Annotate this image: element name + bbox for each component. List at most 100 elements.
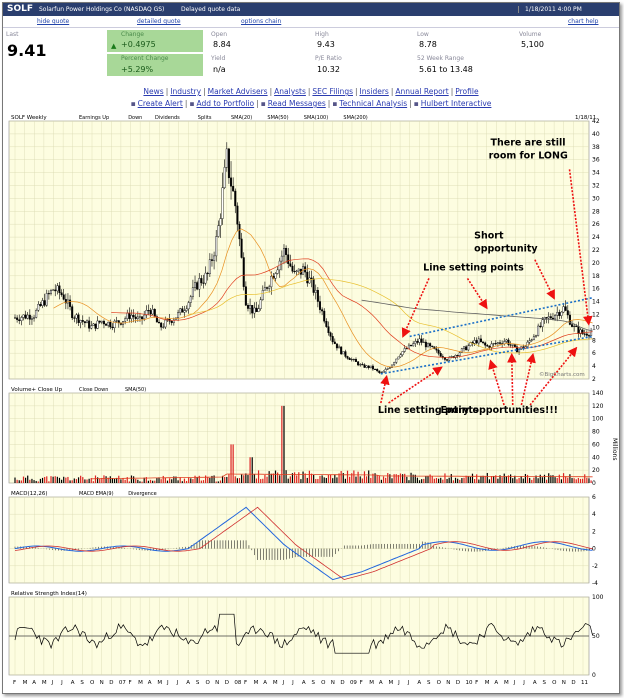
volume-bar xyxy=(486,472,488,483)
price-candle-body xyxy=(33,317,36,319)
price-candle-body xyxy=(420,338,423,343)
volume-bar xyxy=(260,479,262,483)
y-tick-label: 2 xyxy=(592,528,596,535)
nav-link-analysts[interactable]: Analysts xyxy=(274,87,306,96)
volume-bar xyxy=(332,478,334,483)
volume-bar xyxy=(459,479,461,483)
x-tick-label: M xyxy=(388,680,393,686)
x-tick-label: M xyxy=(42,680,47,686)
price-candle-body xyxy=(219,218,222,226)
hide-quote-link[interactable]: hide quote xyxy=(37,18,69,25)
volume-bar xyxy=(440,477,442,483)
price-candle-body xyxy=(18,319,21,322)
price-candle-body xyxy=(547,316,550,319)
price-candle-body xyxy=(308,277,311,284)
nav-link-news[interactable]: News xyxy=(143,87,163,96)
nav-link-profile[interactable]: Profile xyxy=(455,87,478,96)
volume-bar xyxy=(421,479,423,483)
nav-link-read-messages[interactable]: Read Messages xyxy=(268,99,326,108)
volume-bar xyxy=(152,480,154,483)
volume-bar xyxy=(245,473,247,483)
price-candle-body xyxy=(446,359,449,361)
volume-bar xyxy=(183,478,186,483)
nav-link-hulbert-interactive[interactable]: Hulbert Interactive xyxy=(421,99,492,108)
y-tick-label: 60 xyxy=(592,441,600,448)
volume-bar xyxy=(128,481,130,483)
price-candle-body xyxy=(539,325,542,328)
stock-chart: 24681012141618202224262830323436384042SO… xyxy=(8,115,618,686)
nav-link-market-advisers[interactable]: Market Advisers xyxy=(208,87,268,96)
price-candle-body xyxy=(338,346,341,349)
volume-bar xyxy=(435,477,438,483)
volume-bar xyxy=(313,474,315,483)
price-candle-body xyxy=(86,320,89,324)
x-tick-label: M xyxy=(157,680,162,686)
y-tick-label: 0 xyxy=(592,480,596,487)
x-tick-label: J xyxy=(51,680,54,686)
volume-bar xyxy=(122,478,124,483)
volume-bar xyxy=(82,477,84,483)
options-chain-link[interactable]: options chain xyxy=(241,18,281,25)
volume-bar xyxy=(497,478,499,483)
price-candle-body xyxy=(289,263,292,267)
quote-panel: Last 9.41 ▲ Change +0.4975 Percent Chang… xyxy=(3,28,619,83)
price-candle-body xyxy=(575,325,578,327)
price-candle-body xyxy=(251,305,254,314)
price-candle-body xyxy=(81,320,84,322)
volume-bar xyxy=(133,476,135,483)
x-tick-label: S xyxy=(427,680,431,686)
nav-link-industry[interactable]: Industry xyxy=(170,87,201,96)
y-tick-label: 2 xyxy=(592,376,596,383)
price-candle-body xyxy=(162,326,165,328)
legend-entry: Dividends xyxy=(155,115,180,121)
nav-link-create-alert[interactable]: Create Alert xyxy=(138,99,183,108)
nav-link-technical-analysis[interactable]: Technical Analysis xyxy=(339,99,407,108)
chart-help-link[interactable]: chart help xyxy=(568,18,598,25)
yield-label: Yield xyxy=(211,55,226,62)
detailed-quote-link[interactable]: detailed quote xyxy=(137,18,181,25)
nav-link-sec-filings[interactable]: SEC Filings xyxy=(312,87,353,96)
y-tick-label: 20 xyxy=(592,260,600,267)
price-candle-body xyxy=(439,353,442,357)
price-candle-body xyxy=(418,338,421,343)
nav-separator: | xyxy=(256,99,259,108)
price-candle-body xyxy=(249,305,252,309)
price-candle-body xyxy=(556,312,559,316)
price-candle-body xyxy=(35,310,38,318)
price-candle-body xyxy=(437,349,440,354)
volume-bar xyxy=(454,477,457,483)
y-tick-label: 20 xyxy=(592,467,600,474)
volume-bar xyxy=(529,477,531,483)
price-candle-body xyxy=(240,238,243,258)
volume-bar xyxy=(418,480,421,483)
volume-bar xyxy=(226,476,228,483)
y-tick-label: 38 xyxy=(592,144,600,151)
x-tick-label: A xyxy=(186,680,190,686)
price-candle-body xyxy=(58,285,61,293)
volume-bar xyxy=(71,480,73,483)
volume-bar xyxy=(340,471,342,483)
price-candle-body xyxy=(537,325,540,336)
price-candle-body xyxy=(357,361,360,366)
price-candle-body xyxy=(285,248,288,255)
price-candle-body xyxy=(198,278,201,290)
price-candle-body xyxy=(115,320,118,322)
price-candle-body xyxy=(352,359,355,361)
price-candle-body xyxy=(136,316,139,319)
volume-bar xyxy=(192,479,194,483)
volume-bar xyxy=(308,470,310,483)
nav-link-add-to-portfolio[interactable]: Add to Portfolio xyxy=(196,99,254,108)
volume-bar xyxy=(336,477,338,483)
price-candle-body xyxy=(467,345,470,351)
x-tick-label: A xyxy=(263,680,267,686)
price-candle-body xyxy=(194,282,197,288)
header-bar: SOLF Solarfun Power Holdings Co (NASDAQ … xyxy=(3,3,619,16)
volume-bar xyxy=(334,474,336,483)
price-candle-body xyxy=(458,352,461,356)
last-price: 9.41 xyxy=(7,41,47,60)
price-candle-body xyxy=(475,340,478,344)
nav-link-insiders[interactable]: Insiders xyxy=(360,87,389,96)
y-tick-label: 50 xyxy=(592,633,600,640)
y-axis-label: Millions xyxy=(611,438,618,460)
nav-link-annual-report[interactable]: Annual Report xyxy=(395,87,448,96)
